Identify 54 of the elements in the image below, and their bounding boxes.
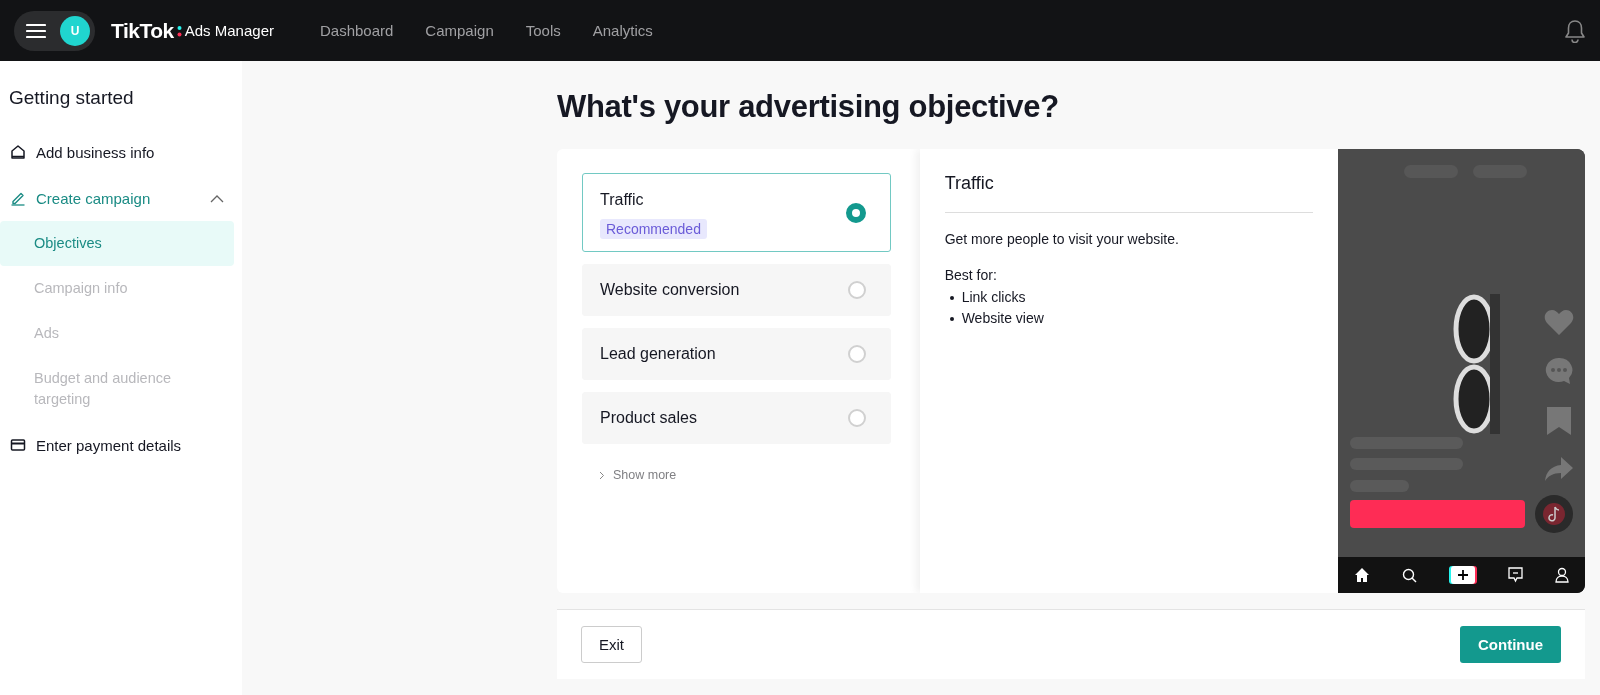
show-more-link[interactable]: Show more (582, 468, 677, 482)
logo-text: TikTok (111, 18, 174, 43)
inbox-icon (1508, 567, 1524, 583)
best-for-text: Link clicks (961, 288, 1026, 307)
comment-icon (1544, 356, 1574, 386)
objective-option[interactable]: Lead generation (582, 328, 891, 380)
share-icon (1544, 456, 1574, 482)
avatar: U (60, 15, 90, 46)
objective-label: Traffic (600, 190, 644, 209)
nav-link[interactable]: Dashboard (319, 22, 394, 39)
house-icon (10, 144, 26, 160)
radio-button[interactable] (845, 202, 866, 223)
detail-description: Get more people to visit your website. (944, 231, 1180, 247)
heart-icon (1544, 309, 1574, 336)
chevron-icon (599, 470, 605, 480)
nav-link[interactable]: Analytics (592, 22, 653, 39)
home-icon (1353, 567, 1370, 583)
profile-icon (1555, 567, 1570, 583)
radio-button[interactable] (847, 281, 866, 299)
objective-option[interactable]: Traffic Recommended (582, 173, 891, 252)
sidebar-step[interactable]: Add business info (0, 129, 234, 175)
continue-button[interactable]: Continue (1460, 626, 1561, 663)
bookmark-icon (1546, 406, 1572, 436)
bullet-icon (949, 316, 954, 321)
objective-label: Product sales (600, 409, 697, 427)
objective-option[interactable]: Product sales (582, 392, 891, 444)
objective-label: Lead generation (600, 345, 716, 363)
exit-button[interactable]: Exit (581, 626, 642, 663)
best-for-text: Website view (961, 309, 1044, 328)
music-disc-icon (1534, 494, 1574, 534)
page-title: What's your advertising objective? (557, 89, 1060, 125)
search-icon (1401, 567, 1417, 583)
bell-icon[interactable] (1564, 18, 1586, 43)
objective-label: Website conversion (600, 281, 740, 299)
logo-subtitle: Ads Manager (184, 22, 274, 39)
nav-link[interactable]: Tools (525, 22, 561, 39)
radio-button[interactable] (847, 345, 866, 363)
sidebar-step[interactable]: Enter payment details (0, 422, 234, 468)
plus-icon (1448, 566, 1477, 584)
sidebar-step[interactable]: Create campaign (0, 175, 234, 221)
radio-button[interactable] (847, 409, 866, 427)
best-for-label: Best for: (944, 267, 998, 283)
card-icon (10, 437, 26, 453)
recommended-badge: Recommended (600, 218, 707, 239)
bullet-icon (949, 295, 954, 300)
colon-icon (176, 24, 182, 37)
pencil-icon (10, 190, 26, 206)
detail-title: Traffic (944, 173, 1314, 213)
nav-link[interactable]: Campaign (425, 22, 494, 39)
sidebar-substep[interactable]: Objectives (0, 221, 234, 266)
chevron-icon (210, 193, 224, 203)
objective-option[interactable]: Website conversion (582, 264, 891, 316)
menu-icon (26, 22, 46, 39)
sidebar-title: Getting started (8, 87, 135, 109)
